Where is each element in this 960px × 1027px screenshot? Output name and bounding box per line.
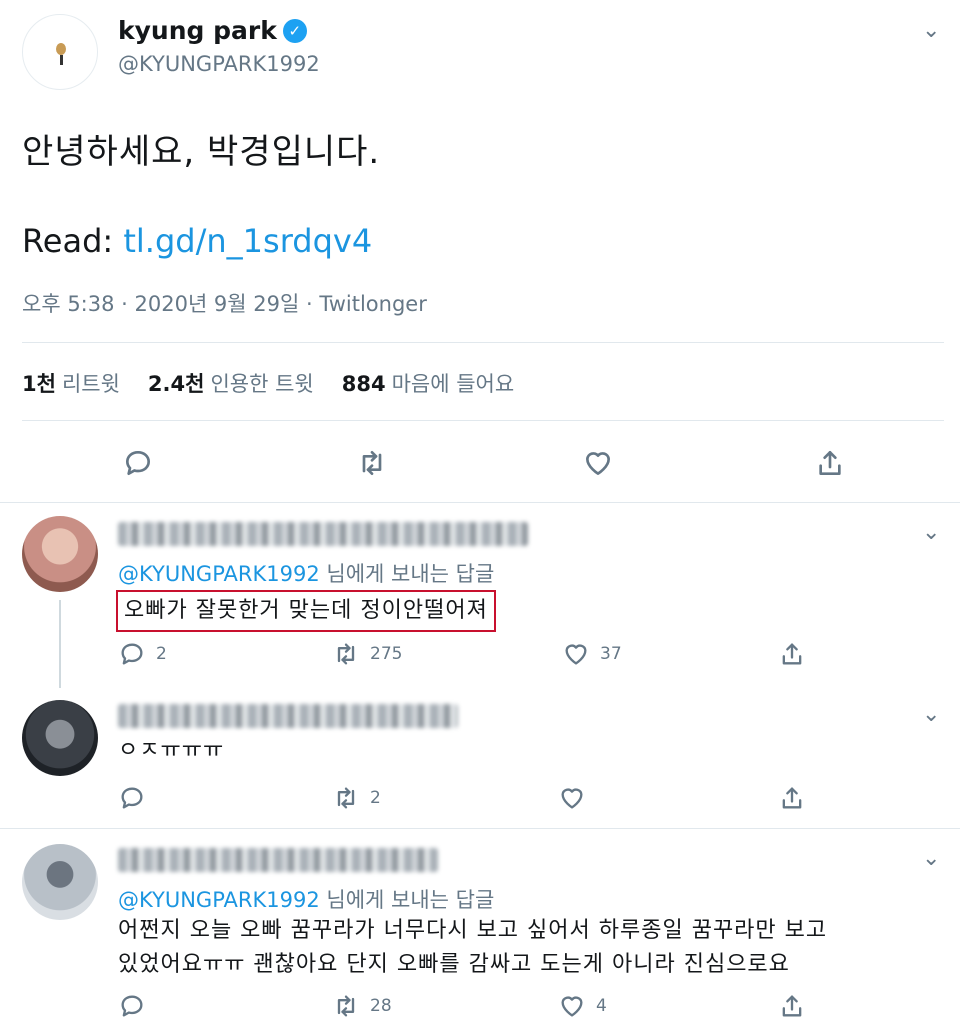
reply-to-suffix: 님에게 보내는 답글 (326, 562, 495, 586)
reply-button[interactable] (118, 784, 156, 812)
like-count: 4 (596, 996, 607, 1016)
reply-avatar[interactable] (22, 516, 98, 592)
reply-to-handle[interactable]: @KYUNGPARK1992 (118, 888, 320, 912)
verified-badge-icon: ✓ (282, 18, 307, 43)
retweet-icon (332, 784, 360, 812)
retweet-count: 275 (370, 644, 403, 664)
share-button[interactable] (778, 992, 806, 1020)
blurred-username (118, 848, 438, 872)
reply-to-handle[interactable]: @KYUNGPARK1992 (118, 562, 320, 586)
like-button[interactable]: 37 (562, 640, 622, 668)
divider (0, 828, 960, 829)
reply-text: 어쩐지 오늘 오빠 꿈꾸라가 너무다시 보고 싶어서 하루종일 꿈꾸라만 보고 … (118, 914, 948, 982)
thread-connector (59, 600, 61, 688)
read-label: Read: (22, 222, 114, 260)
tweet-text: 안녕하세요, 박경입니다. (22, 132, 381, 172)
reply-button[interactable]: 2 (118, 640, 167, 668)
like-icon (562, 640, 590, 668)
author-handle[interactable]: @KYUNGPARK1992 (118, 52, 320, 76)
retweet-count: 28 (370, 996, 392, 1016)
like-stat[interactable]: 884 마음에 들어요 (342, 368, 514, 398)
retweet-stat[interactable]: 1천 리트윗 (22, 368, 120, 398)
reply-icon (118, 640, 146, 668)
like-icon (558, 992, 586, 1020)
share-icon (778, 992, 806, 1020)
blurred-username (118, 704, 458, 728)
reply-count: 2 (156, 644, 167, 664)
quote-stat[interactable]: 2.4천 인용한 트윗 (148, 368, 314, 398)
retweet-count: 2 (370, 788, 381, 808)
blurred-username (118, 522, 528, 546)
share-icon (778, 640, 806, 668)
twitlonger-link[interactable]: tl.gd/n_1srdqv4 (123, 222, 372, 260)
divider (0, 502, 960, 503)
tweet-stats: 1천 리트윗 2.4천 인용한 트윗 884 마음에 들어요 (22, 368, 514, 398)
reply-text: ㅇㅈㅠㅠㅠ (118, 738, 225, 760)
divider (22, 420, 944, 421)
reply-avatar[interactable] (22, 844, 98, 920)
share-button[interactable] (778, 784, 806, 812)
retweet-button[interactable]: 2 (332, 784, 381, 812)
retweet-button[interactable]: 28 (332, 992, 392, 1020)
reply-to-line: @KYUNGPARK1992 님에게 보내는 답글 (118, 884, 494, 914)
author-name[interactable]: kyung park (118, 16, 277, 45)
like-button[interactable]: 4 (558, 992, 607, 1020)
share-icon (778, 784, 806, 812)
retweet-icon (356, 447, 388, 479)
reply-text: 오빠가 잘못한거 맞는데 정이안떨어져 (116, 590, 496, 632)
retweet-button[interactable]: 275 (332, 640, 402, 668)
like-icon (582, 447, 614, 479)
chevron-down-icon[interactable]: ⌄ (922, 520, 940, 545)
like-count: 37 (600, 644, 622, 664)
retweet-icon (332, 640, 360, 668)
share-button[interactable] (814, 447, 846, 479)
tweet-timestamp-meta[interactable]: 오후 5:38 · 2020년 9월 29일 · Twitlonger (22, 288, 427, 318)
like-button[interactable] (582, 447, 614, 479)
reply-button[interactable] (118, 992, 156, 1020)
reply-to-suffix: 님에게 보내는 답글 (326, 888, 495, 912)
reply-button[interactable] (122, 447, 154, 479)
share-button[interactable] (778, 640, 806, 668)
reply-icon (118, 784, 146, 812)
divider (22, 342, 944, 343)
share-icon (814, 447, 846, 479)
reply-to-line: @KYUNGPARK1992 님에게 보내는 답글 (118, 558, 494, 588)
like-icon (558, 784, 586, 812)
reply-text-line: 있었어요ㅠㅠ 괜찮아요 단지 오빠를 감싸고 도는게 아니라 진심으로요 (118, 952, 790, 977)
chevron-down-icon[interactable]: ⌄ (922, 846, 940, 871)
retweet-button[interactable] (356, 447, 388, 479)
like-button[interactable] (558, 784, 596, 812)
reply-icon (122, 447, 154, 479)
reply-icon (118, 992, 146, 1020)
chevron-down-icon[interactable]: ⌄ (922, 18, 940, 43)
author-avatar[interactable] (22, 14, 98, 90)
reply-avatar[interactable] (22, 700, 98, 776)
reply-text-line: 어쩐지 오늘 오빠 꿈꾸라가 너무다시 보고 싶어서 하루종일 꿈꾸라만 보고 (118, 918, 828, 943)
read-more-line: Read: tl.gd/n_1srdqv4 (22, 222, 372, 260)
chevron-down-icon[interactable]: ⌄ (922, 702, 940, 727)
author-name-row[interactable]: kyung park ✓ (118, 16, 307, 45)
retweet-icon (332, 992, 360, 1020)
avatar-figure-icon (56, 43, 66, 55)
